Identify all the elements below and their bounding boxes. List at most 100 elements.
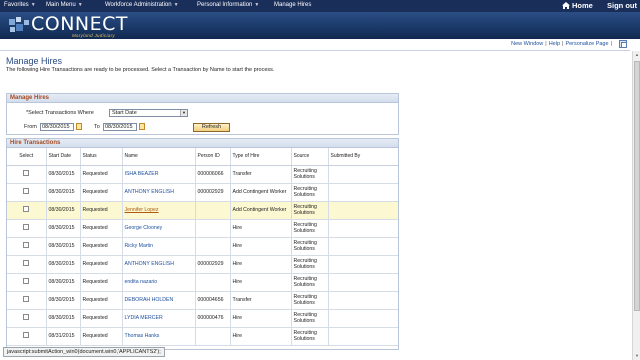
menu-personal-information[interactable]: Personal Information ▼ <box>197 2 259 8</box>
source-cell: Recruiting Solutions <box>291 309 329 328</box>
row-select-checkbox[interactable] <box>23 242 30 248</box>
source-cell: Recruiting Solutions <box>291 201 329 220</box>
row-select-checkbox[interactable] <box>23 296 30 302</box>
by-cell <box>328 165 398 184</box>
scrollbar-thumb[interactable] <box>634 61 640 311</box>
transactions-where-select[interactable]: Start Date ▼ <box>109 109 188 117</box>
type-cell: Transfer <box>230 291 292 310</box>
separator: | <box>562 41 564 47</box>
row-select-checkbox[interactable] <box>23 224 30 230</box>
name-cell: ANTHONY ENGLISH <box>122 183 196 202</box>
chevron-down-icon: ▼ <box>173 2 179 8</box>
type-cell: Hire <box>230 327 292 346</box>
table-row: 08/30/2015 Requested Ricky Martin Hire Recru… <box>7 237 398 256</box>
scroll-down-icon[interactable]: ▼ <box>633 352 640 360</box>
hire-transactions-table: Select Start Date Status Name Person ID … <box>7 148 398 346</box>
refresh-button[interactable]: Refresh <box>193 123 230 132</box>
column-header: Select <box>7 148 47 166</box>
restore-window-icon[interactable] <box>619 40 627 48</box>
page-description: The following Hire Transactions are read… <box>6 67 275 73</box>
column-header: Start Date <box>46 148 81 166</box>
pid-cell: 000000476 <box>195 309 231 328</box>
select-transactions-label: *Select Transactions Where <box>26 110 94 116</box>
applicant-name-link[interactable]: LYDIA MERCER <box>125 315 163 321</box>
applicant-name-link[interactable]: ANTHONY ENGLISH <box>125 189 174 195</box>
status-cell: Requested <box>80 255 123 274</box>
menu-manage-hires[interactable]: Manage Hires <box>274 2 311 8</box>
pid-cell: 000006066 <box>195 165 231 184</box>
calendar-icon[interactable] <box>139 123 145 130</box>
row-select-checkbox[interactable] <box>23 278 30 284</box>
help-link[interactable]: Help <box>549 41 560 47</box>
by-cell <box>328 237 398 256</box>
pid-cell <box>195 201 231 220</box>
by-cell <box>328 219 398 238</box>
applicant-name-link[interactable]: Ricky Martin <box>125 243 154 249</box>
home-icon <box>562 2 570 9</box>
type-cell: Add Contingent Worker <box>230 201 292 220</box>
pid-cell <box>195 327 231 346</box>
source-cell: Recruiting Solutions <box>291 327 329 346</box>
source-cell: Recruiting Solutions <box>291 165 329 184</box>
select-cell <box>7 255 47 274</box>
select-cell <box>7 165 47 184</box>
to-date-input[interactable]: 08/30/2015 <box>103 123 137 131</box>
name-cell: George Clooney <box>122 219 196 238</box>
source-cell: Recruiting Solutions <box>291 273 329 292</box>
status-cell: Requested <box>80 165 123 184</box>
applicant-name-link[interactable]: ANTHONY ENGLISH <box>125 261 174 267</box>
from-date-input[interactable]: 08/30/2015 <box>40 123 74 131</box>
section-header: Hire Transactions <box>7 139 398 148</box>
source-cell: Recruiting Solutions <box>291 219 329 238</box>
home-link[interactable]: Home <box>562 1 593 10</box>
select-cell <box>7 327 47 346</box>
row-select-checkbox[interactable] <box>23 314 30 320</box>
connect-logo-icon <box>9 17 29 32</box>
row-select-checkbox[interactable] <box>23 170 30 176</box>
calendar-icon[interactable] <box>76 123 82 130</box>
pid-cell: 000002929 <box>195 255 231 274</box>
row-select-checkbox[interactable] <box>23 260 30 266</box>
menu-main-menu[interactable]: Main Menu ▼ <box>46 2 83 8</box>
pid-cell <box>195 237 231 256</box>
row-select-checkbox[interactable] <box>23 188 30 194</box>
table-row: 08/31/2015 Requested Thomas Hanks Hire Recru… <box>7 327 398 346</box>
select-cell <box>7 309 47 328</box>
menu-favorites[interactable]: Favorites ▼ <box>4 2 36 8</box>
name-cell: LYDIA MERCER <box>122 309 196 328</box>
column-header: Submitted By <box>328 148 398 166</box>
source-cell: Recruiting Solutions <box>291 237 329 256</box>
menu-workforce-administration[interactable]: Workforce Administration ▼ <box>105 2 179 8</box>
row-select-checkbox[interactable] <box>23 332 30 338</box>
name-cell: DEBORAH HOLDEN <box>122 291 196 310</box>
applicant-name-link[interactable]: Jennifer Lopez <box>125 207 159 213</box>
vertical-scrollbar[interactable]: ▲ ▼ <box>632 51 640 360</box>
applicant-name-link[interactable]: Thomas Hanks <box>125 333 160 339</box>
applicant-name-link[interactable]: endita nazario <box>125 279 158 285</box>
scroll-up-icon[interactable]: ▲ <box>633 51 640 59</box>
start-cell: 08/30/2015 <box>46 309 81 328</box>
new-window-link[interactable]: New Window <box>511 41 543 47</box>
name-cell: ISHA BEAZER <box>122 165 196 184</box>
table-row: 08/30/2015 Requested LYDIA MERCER 000000476… <box>7 309 398 328</box>
select-cell <box>7 237 47 256</box>
signout-link[interactable]: Sign out <box>607 1 637 10</box>
select-cell <box>7 201 47 220</box>
personalize-page-link[interactable]: Personalize Page <box>565 41 608 47</box>
select-cell <box>7 273 47 292</box>
divider <box>0 50 630 51</box>
logo-wordmark: CONNECT <box>31 13 129 35</box>
column-header: Type of Hire <box>230 148 292 166</box>
chevron-down-icon: ▼ <box>180 110 187 116</box>
column-header: Name <box>122 148 196 166</box>
by-cell <box>328 291 398 310</box>
pid-cell <box>195 273 231 292</box>
applicant-name-link[interactable]: George Clooney <box>125 225 163 231</box>
applicant-name-link[interactable]: DEBORAH HOLDEN <box>125 297 174 303</box>
row-select-checkbox[interactable] <box>23 206 30 212</box>
section-header: Manage Hires <box>7 94 398 103</box>
table-row: 08/30/2015 Requested DEBORAH HOLDEN 0000046… <box>7 291 398 310</box>
name-cell: endita nazario <box>122 273 196 292</box>
chevron-down-icon: ▼ <box>77 2 83 8</box>
applicant-name-link[interactable]: ISHA BEAZER <box>125 171 159 177</box>
